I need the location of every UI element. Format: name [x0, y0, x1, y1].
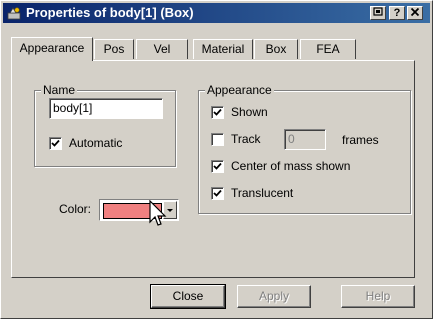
automatic-label: Automatic	[69, 136, 123, 150]
close-button[interactable]: Close	[150, 284, 226, 309]
properties-dialog: Properties of body[1] (Box) ? Appearance…	[0, 0, 433, 319]
close-title-button[interactable]	[407, 6, 423, 20]
apply-button[interactable]: Apply	[237, 285, 311, 308]
color-label: Color:	[59, 202, 92, 216]
automatic-checkbox[interactable]	[49, 137, 62, 150]
appearance-group-legend: Appearance	[205, 83, 274, 97]
tab-box[interactable]: Box	[254, 39, 298, 59]
automatic-checkbox-row[interactable]: Automatic	[49, 136, 149, 152]
translucent-checkbox-row[interactable]: Translucent	[211, 186, 331, 202]
help-button[interactable]: Help	[341, 285, 415, 308]
close-icon	[410, 7, 420, 17]
help-title-button[interactable]: ?	[389, 6, 405, 20]
name-group-legend: Name	[41, 83, 78, 97]
checkmark-icon	[213, 162, 222, 170]
checkmark-icon	[51, 139, 60, 147]
track-checkbox[interactable]	[211, 133, 224, 146]
center-of-mass-checkbox-row[interactable]: Center of mass shown	[211, 159, 381, 175]
frames-label: frames	[342, 133, 379, 147]
window-title: Properties of body[1] (Box)	[26, 5, 194, 20]
track-checkbox-row[interactable]: Track	[211, 132, 281, 148]
restore-icon	[373, 7, 383, 16]
tab-material[interactable]: Material	[193, 39, 253, 59]
translucent-label: Translucent	[231, 186, 294, 200]
checkmark-icon	[213, 108, 222, 116]
track-frames-field[interactable]: 0	[284, 129, 326, 150]
app-icon	[6, 5, 22, 21]
mouse-pointer-icon	[149, 200, 167, 226]
tab-appearance[interactable]: Appearance	[11, 37, 93, 61]
name-field[interactable]: body[1]	[49, 98, 163, 119]
translucent-checkbox[interactable]	[211, 187, 224, 200]
center-of-mass-checkbox[interactable]	[211, 160, 224, 173]
tab-pos[interactable]: Pos	[94, 39, 134, 59]
tab-vel[interactable]: Vel	[136, 39, 188, 59]
tab-fea[interactable]: FEA	[300, 39, 356, 59]
shown-checkbox-row[interactable]: Shown	[211, 105, 361, 121]
title-bar[interactable]: Properties of body[1] (Box) ?	[3, 3, 430, 23]
checkmark-icon	[213, 189, 222, 197]
shown-label: Shown	[231, 105, 268, 119]
shown-checkbox[interactable]	[211, 106, 224, 119]
center-of-mass-label: Center of mass shown	[231, 159, 351, 173]
restore-button[interactable]	[370, 6, 386, 20]
track-label: Track	[231, 132, 261, 146]
